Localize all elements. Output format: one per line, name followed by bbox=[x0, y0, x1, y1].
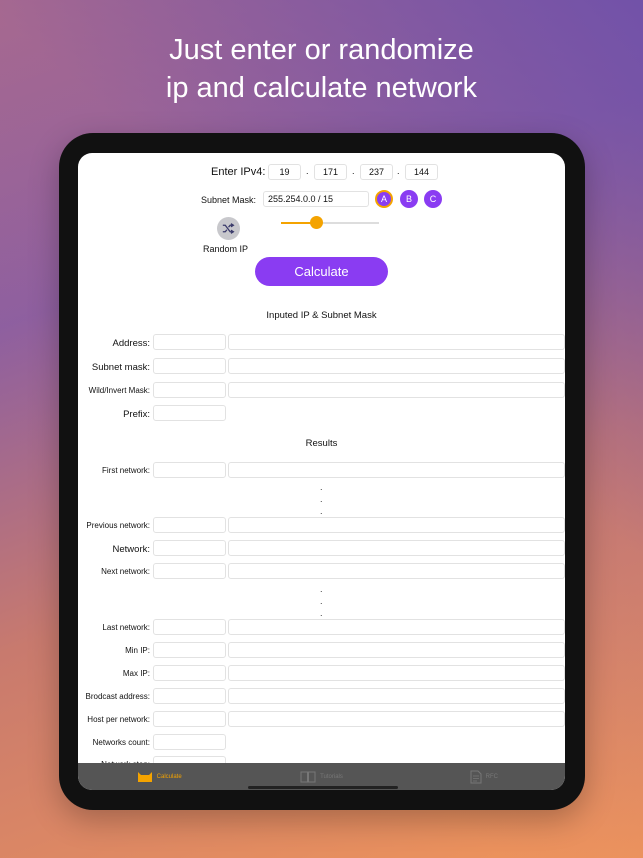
wildcard-mask-label: Wild/Invert Mask: bbox=[88, 386, 150, 395]
tablet-device: Enter IPv4: 19 . 171 . 237 . 144 Subnet … bbox=[59, 133, 585, 810]
ip-octet-1[interactable]: 19 bbox=[268, 164, 301, 180]
ip-dot-2: . bbox=[352, 166, 355, 176]
random-ip-label: Random IP bbox=[203, 244, 249, 254]
random-ip-button[interactable] bbox=[217, 217, 240, 240]
ip-octet-2[interactable]: 171 bbox=[314, 164, 347, 180]
headline-line-1: Just enter or randomize bbox=[169, 34, 474, 66]
ip-dot-1: . bbox=[306, 166, 309, 176]
tab-rfc-label: RFC bbox=[485, 773, 498, 780]
previous-network-label: Previous network: bbox=[86, 521, 150, 530]
min-ip-label: Min IP: bbox=[125, 646, 150, 655]
network-label: Network: bbox=[112, 544, 150, 555]
first-network-value-field bbox=[153, 462, 226, 478]
wildcard-mask-value-field bbox=[153, 382, 226, 398]
shuffle-icon bbox=[222, 223, 235, 234]
book-icon bbox=[300, 771, 316, 782]
previous-network-binary-field bbox=[228, 517, 565, 533]
subnet-mask-row-label: Subnet mask: bbox=[91, 362, 150, 373]
subnet-mask-field[interactable]: 255.254.0.0 / 15 bbox=[263, 191, 369, 207]
class-c-button[interactable]: C bbox=[424, 190, 442, 208]
inputed-section-title: Inputed IP & Subnet Mask bbox=[266, 310, 377, 321]
prefix-value-field bbox=[153, 405, 226, 421]
prefix-slider-thumb[interactable] bbox=[309, 216, 323, 229]
hosts-per-network-label: Host per network: bbox=[87, 715, 150, 724]
next-network-value-field bbox=[153, 563, 226, 579]
max-ip-label: Max IP: bbox=[122, 669, 150, 678]
address-label: Address: bbox=[112, 338, 151, 349]
app-screen: Enter IPv4: 19 . 171 . 237 . 144 Subnet … bbox=[78, 153, 565, 790]
next-network-label: Next network: bbox=[101, 567, 150, 576]
prefix-slider-track[interactable] bbox=[281, 216, 379, 229]
next-network-binary-field bbox=[228, 563, 565, 579]
networks-count-value-field bbox=[153, 734, 226, 750]
network-binary-field bbox=[228, 540, 565, 556]
last-network-value-field bbox=[153, 619, 226, 635]
networks-count-label: Networks count: bbox=[92, 738, 150, 747]
first-network-binary-field bbox=[228, 462, 565, 478]
subnet-mask-value-field bbox=[153, 358, 226, 374]
address-value-field bbox=[153, 334, 226, 350]
min-ip-binary-field bbox=[228, 642, 565, 658]
ip-dot-3: . bbox=[397, 166, 400, 176]
promo-headline: Just enter or randomize ip and calculate… bbox=[0, 31, 643, 107]
subnet-mask-label: Subnet Mask: bbox=[201, 195, 257, 205]
hosts-per-network-value-field bbox=[153, 711, 226, 727]
last-network-label: Last network: bbox=[102, 623, 150, 632]
subnet-mask-binary-field bbox=[228, 358, 565, 374]
document-icon bbox=[470, 770, 482, 783]
calculate-button[interactable]: Calculate bbox=[255, 257, 388, 286]
network-value-field bbox=[153, 540, 226, 556]
last-network-binary-field bbox=[228, 619, 565, 635]
tab-rfc[interactable]: RFC bbox=[403, 763, 565, 790]
class-a-button[interactable]: A bbox=[375, 190, 393, 208]
wildcard-mask-binary-field bbox=[228, 382, 565, 398]
first-network-label: First network: bbox=[101, 466, 150, 475]
broadcast-address-value-field bbox=[153, 688, 226, 704]
cat-icon bbox=[137, 771, 152, 782]
ip-octet-3[interactable]: 237 bbox=[360, 164, 393, 180]
tab-calculate[interactable]: Calculate bbox=[78, 763, 240, 790]
previous-network-value-field bbox=[153, 517, 226, 533]
tab-tutorials-label: Tutorials bbox=[320, 773, 343, 780]
tab-calculate-label: Calculate bbox=[156, 773, 182, 780]
ipv4-label: Enter IPv4: bbox=[211, 166, 266, 178]
max-ip-binary-field bbox=[228, 665, 565, 681]
max-ip-value-field bbox=[153, 665, 226, 681]
headline-line-2: ip and calculate network bbox=[165, 72, 478, 104]
class-b-button[interactable]: B bbox=[400, 190, 418, 208]
hosts-per-network-binary-field bbox=[228, 711, 565, 727]
broadcast-address-label: Brodcast address: bbox=[85, 692, 150, 701]
tab-bar: Calculate Tutorials RFC bbox=[78, 763, 565, 790]
ip-octet-4[interactable]: 144 bbox=[405, 164, 438, 180]
home-indicator bbox=[248, 786, 398, 789]
results-section-title: Results bbox=[305, 438, 338, 449]
broadcast-address-binary-field bbox=[228, 688, 565, 704]
address-binary-field bbox=[228, 334, 565, 350]
ellipsis-dots-2: ... bbox=[320, 584, 323, 618]
ellipsis-dots-1: ... bbox=[320, 482, 323, 516]
min-ip-value-field bbox=[153, 642, 226, 658]
prefix-label: Prefix: bbox=[123, 409, 150, 420]
